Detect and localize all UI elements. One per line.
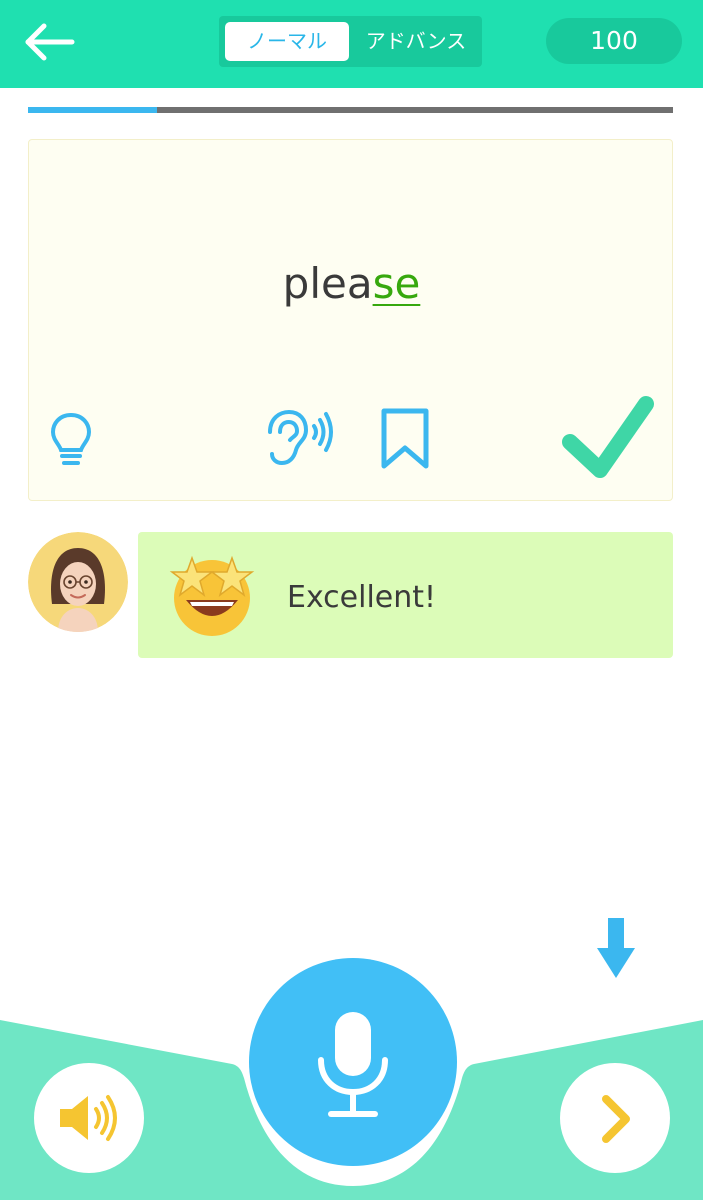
checkmark-icon — [562, 396, 654, 478]
word-highlight-part: se — [372, 259, 421, 308]
teacher-avatar — [28, 532, 128, 632]
speaker-icon — [60, 1095, 117, 1141]
next-button[interactable] — [560, 1063, 670, 1173]
mode-normal-tab[interactable]: ノーマル — [225, 22, 349, 61]
progress-fill — [28, 107, 157, 113]
feedback-message: Excellent! — [287, 580, 437, 615]
speaker-button[interactable] — [34, 1063, 144, 1173]
ear-sound-icon[interactable] — [262, 408, 334, 468]
microphone-button[interactable] — [249, 958, 457, 1166]
microphone-icon — [318, 1012, 388, 1117]
lightbulb-icon[interactable] — [46, 410, 96, 470]
mode-toggle: ノーマル アドバンス — [219, 16, 482, 67]
score-badge: 100 — [546, 18, 682, 64]
star-struck-emoji — [169, 555, 255, 636]
back-arrow-icon[interactable] — [22, 20, 76, 64]
target-word: please — [0, 258, 703, 310]
progress-bar — [28, 107, 673, 113]
bookmark-icon[interactable] — [380, 408, 430, 470]
top-bar: ノーマル アドバンス 100 — [0, 0, 703, 88]
chevron-right-icon — [602, 1095, 630, 1143]
word-plain-part: plea — [282, 259, 373, 308]
mode-advance-tab[interactable]: アドバンス — [354, 22, 478, 61]
